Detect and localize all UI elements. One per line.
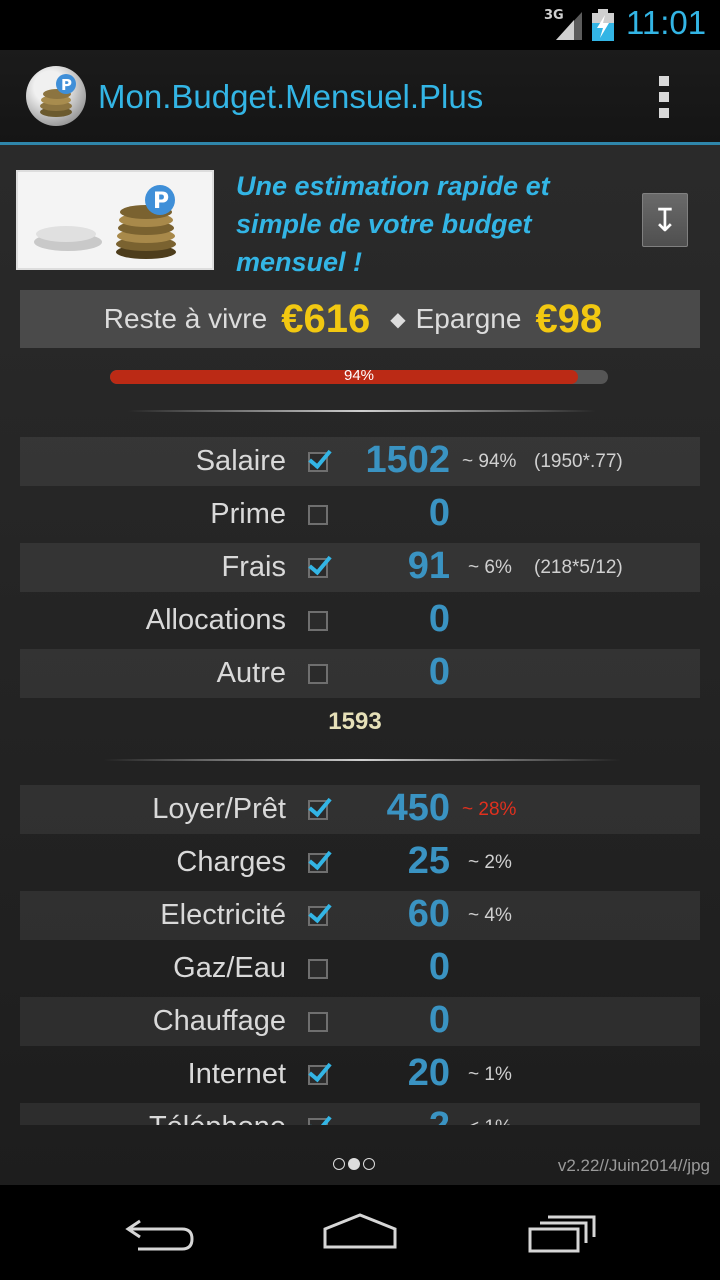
row-percentage: ~ 28% [462,799,517,820]
action-bar: P Mon.Budget.Mensuel.Plus [0,50,720,145]
page-dot[interactable] [363,1158,375,1170]
expense-row: Gaz/Eau 0 [20,944,700,993]
status-bar: 3G 11:01 [0,0,720,50]
expense-list: Loyer/Prêt 450 ~ 28% Charges 25 ~ 2% Electrici… [0,145,720,1125]
page-dot-active[interactable] [348,1158,360,1170]
app-title: Mon.Budget.Mensuel.Plus [98,78,484,115]
row-checkbox[interactable] [308,853,328,873]
navigation-bar [0,1185,720,1280]
row-label: Gaz/Eau [173,952,286,984]
status-clock: 11:01 [626,4,707,41]
battery-charging-icon [592,9,614,41]
row-checkbox[interactable] [308,800,328,820]
page-indicator [333,1155,389,1170]
row-amount[interactable]: 2 [429,1105,450,1125]
main-content: P Une estimation rapide et simple de vot… [0,145,720,1185]
row-checkbox[interactable] [308,1065,328,1085]
expense-row: Electricité 60 ~ 4% [20,891,700,940]
expense-row: Téléphone 2 < 1% [20,1103,700,1125]
row-amount[interactable]: 20 [408,1052,450,1095]
row-label: Charges [176,846,286,878]
expense-row: Chauffage 0 [20,997,700,1046]
row-label: Internet [187,1058,286,1090]
row-checkbox[interactable] [308,1118,328,1125]
row-label: Electricité [160,899,286,931]
page-dot[interactable] [333,1158,345,1170]
row-label: Téléphone [149,1111,286,1125]
recent-apps-icon[interactable] [516,1207,606,1257]
row-amount[interactable]: 0 [429,946,450,989]
row-percentage: < 1% [468,1117,512,1125]
row-checkbox[interactable] [308,906,328,926]
row-percentage: ~ 1% [468,1064,512,1085]
overflow-menu-icon[interactable] [652,76,676,120]
back-icon[interactable] [116,1207,206,1257]
expense-row: Charges 25 ~ 2% [20,838,700,887]
row-percentage: ~ 4% [468,905,512,926]
signal-strength-icon [556,12,582,40]
row-amount[interactable]: 60 [408,893,450,936]
row-label: Loyer/Prêt [152,793,286,825]
expense-row: Loyer/Prêt 450 ~ 28% [20,785,700,834]
row-amount[interactable]: 450 [387,787,450,830]
expense-row: Internet 20 ~ 1% [20,1050,700,1099]
row-checkbox[interactable] [308,959,328,979]
coin-stack-logo-icon[interactable]: P [26,66,86,126]
row-amount[interactable]: 25 [408,840,450,883]
version-label: v2.22//Juin2014//jpg [557,1156,710,1175]
row-label: Chauffage [152,1005,286,1037]
svg-text:P: P [61,76,72,94]
row-amount[interactable]: 0 [429,999,450,1042]
home-icon[interactable] [315,1207,405,1257]
row-checkbox[interactable] [308,1012,328,1032]
row-percentage: ~ 2% [468,852,512,873]
